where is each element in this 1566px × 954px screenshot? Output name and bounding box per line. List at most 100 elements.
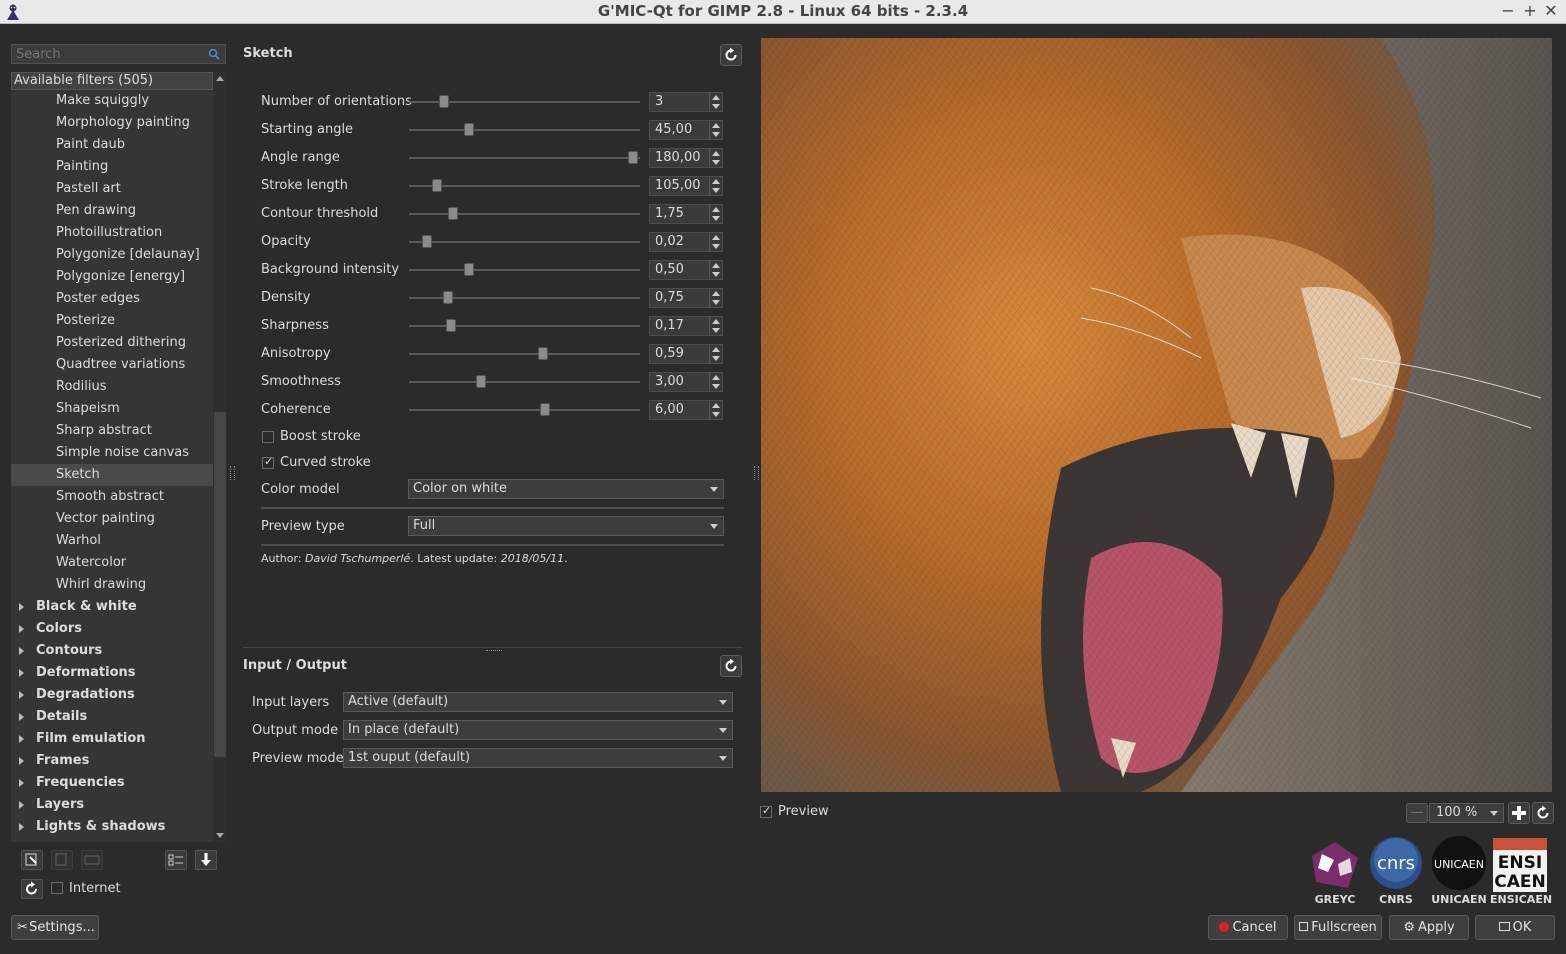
filter-item[interactable]: Photoillustration bbox=[11, 222, 213, 244]
filter-category[interactable]: Frames bbox=[11, 750, 213, 772]
update-filters-button[interactable] bbox=[21, 879, 43, 899]
cancel-button[interactable]: Cancel bbox=[1208, 915, 1288, 940]
zoom-in-button[interactable] bbox=[1508, 802, 1530, 824]
search-input[interactable] bbox=[12, 45, 201, 63]
preview-checkbox[interactable] bbox=[760, 804, 772, 818]
close-button[interactable]: ✕ bbox=[1542, 1, 1560, 20]
spin-arrows-icon[interactable] bbox=[709, 317, 722, 335]
splitter-handle[interactable] bbox=[486, 650, 502, 651]
filter-category[interactable]: Degradations bbox=[11, 684, 213, 706]
settings-button[interactable]: ✂ Settings... bbox=[11, 915, 99, 940]
filter-item[interactable]: Watercolor bbox=[11, 552, 213, 574]
spin-arrows-icon[interactable] bbox=[709, 177, 722, 195]
right-splitter-handle[interactable] bbox=[754, 466, 759, 480]
scroll-up-arrow-icon[interactable] bbox=[213, 72, 227, 86]
parameter-value[interactable]: 6,00 bbox=[655, 402, 684, 417]
color-model-select[interactable]: Color on white bbox=[408, 479, 724, 499]
parameter-spinbox[interactable]: 180,00 bbox=[649, 148, 723, 168]
expand-arrow-icon[interactable] bbox=[19, 735, 24, 743]
parameter-slider-track[interactable] bbox=[409, 353, 640, 355]
parameter-spinbox[interactable]: 1,75 bbox=[649, 204, 723, 224]
io-splitter[interactable] bbox=[243, 647, 743, 648]
add-favorite-button[interactable] bbox=[21, 850, 43, 870]
parameter-value[interactable]: 45,00 bbox=[655, 122, 692, 137]
filter-item[interactable]: Smooth abstract bbox=[11, 486, 213, 508]
filter-item[interactable]: Painting bbox=[11, 156, 213, 178]
expand-arrow-icon[interactable] bbox=[19, 801, 24, 809]
expand-collapse-button[interactable] bbox=[195, 850, 217, 870]
filter-item[interactable]: Warhol bbox=[11, 530, 213, 552]
minimize-button[interactable]: − bbox=[1499, 1, 1517, 20]
parameter-spinbox[interactable]: 0,02 bbox=[649, 232, 723, 252]
spin-arrows-icon[interactable] bbox=[709, 345, 722, 363]
apply-button[interactable]: ⚙ Apply bbox=[1389, 915, 1469, 940]
parameter-slider-track[interactable] bbox=[409, 325, 640, 327]
filter-category[interactable]: Deformations bbox=[11, 662, 213, 684]
parameter-value[interactable]: 105,00 bbox=[655, 178, 701, 193]
spin-arrows-icon[interactable] bbox=[709, 233, 722, 251]
spin-arrows-icon[interactable] bbox=[709, 289, 722, 307]
preview-mode-select[interactable]: 1st ouput (default) bbox=[343, 748, 733, 768]
toggle-visibility-button[interactable] bbox=[165, 850, 187, 870]
zoom-out-button[interactable]: — bbox=[1406, 803, 1428, 823]
maximize-button[interactable]: + bbox=[1521, 1, 1539, 20]
parameter-value[interactable]: 0,17 bbox=[655, 318, 684, 333]
io-reset-button[interactable] bbox=[720, 655, 742, 677]
scrollbar-thumb[interactable] bbox=[214, 412, 226, 757]
filter-item[interactable]: Paint daub bbox=[11, 134, 213, 156]
ok-button[interactable]: OK bbox=[1475, 915, 1555, 940]
parameter-spinbox[interactable]: 6,00 bbox=[649, 400, 723, 420]
parameter-slider-handle[interactable] bbox=[443, 291, 454, 304]
filter-category[interactable]: Frequencies bbox=[11, 772, 213, 794]
rename-favorite-button[interactable] bbox=[81, 850, 103, 870]
parameter-spinbox[interactable]: 3 bbox=[649, 92, 723, 112]
parameter-slider-handle[interactable] bbox=[475, 375, 486, 388]
parameter-slider-track[interactable] bbox=[409, 269, 640, 271]
filter-item[interactable]: Poster edges bbox=[11, 288, 213, 310]
filter-item[interactable]: Make squiggly bbox=[11, 90, 213, 112]
expand-arrow-icon[interactable] bbox=[19, 603, 24, 611]
filter-category[interactable]: Film emulation bbox=[11, 728, 213, 750]
filter-search-box[interactable] bbox=[11, 44, 226, 64]
filter-item[interactable]: Posterize bbox=[11, 310, 213, 332]
expand-arrow-icon[interactable] bbox=[19, 647, 24, 655]
expand-arrow-icon[interactable] bbox=[19, 823, 24, 831]
spin-arrows-icon[interactable] bbox=[709, 205, 722, 223]
boost-stroke-checkbox[interactable] bbox=[262, 431, 274, 443]
parameter-slider-track[interactable] bbox=[409, 213, 640, 215]
filter-category[interactable]: Contours bbox=[11, 640, 213, 662]
spin-arrows-icon[interactable] bbox=[709, 149, 722, 167]
filter-item[interactable]: Morphology painting bbox=[11, 112, 213, 134]
spin-arrows-icon[interactable] bbox=[709, 401, 722, 419]
left-splitter-handle[interactable] bbox=[230, 466, 235, 480]
parameter-slider-track[interactable] bbox=[409, 185, 640, 187]
expand-arrow-icon[interactable] bbox=[19, 625, 24, 633]
filter-item[interactable]: Vector painting bbox=[11, 508, 213, 530]
filter-tree[interactable]: Make squiggly Morphology painting Paint da… bbox=[11, 90, 213, 842]
parameter-slider-handle[interactable] bbox=[438, 95, 449, 108]
filter-item[interactable]: Quadtree variations bbox=[11, 354, 213, 376]
input-layers-select[interactable]: Active (default) bbox=[343, 692, 733, 712]
parameter-spinbox[interactable]: 0,17 bbox=[649, 316, 723, 336]
filter-item[interactable]: Polygonize [energy] bbox=[11, 266, 213, 288]
filter-item[interactable]: Posterized dithering bbox=[11, 332, 213, 354]
parameter-slider-handle[interactable] bbox=[431, 179, 442, 192]
preview-type-select[interactable]: Full bbox=[408, 516, 724, 536]
parameter-slider-handle[interactable] bbox=[445, 319, 456, 332]
parameter-spinbox[interactable]: 0,59 bbox=[649, 344, 723, 364]
filter-item[interactable]: Simple noise canvas bbox=[11, 442, 213, 464]
search-icon[interactable] bbox=[208, 48, 220, 60]
remove-favorite-button[interactable] bbox=[51, 850, 73, 870]
spin-arrows-icon[interactable] bbox=[709, 261, 722, 279]
parameter-slider-handle[interactable] bbox=[464, 123, 475, 136]
filter-item[interactable]: Pastell art bbox=[11, 178, 213, 200]
parameter-spinbox[interactable]: 45,00 bbox=[649, 120, 723, 140]
parameter-slider-track[interactable] bbox=[409, 381, 640, 383]
filter-item[interactable]: Polygonize [delaunay] bbox=[11, 244, 213, 266]
parameter-slider-track[interactable] bbox=[409, 129, 640, 131]
parameter-spinbox[interactable]: 0,75 bbox=[649, 288, 723, 308]
internet-checkbox[interactable] bbox=[51, 882, 63, 894]
parameter-slider-handle[interactable] bbox=[537, 347, 548, 360]
parameter-slider-handle[interactable] bbox=[540, 403, 551, 416]
spin-arrows-icon[interactable] bbox=[709, 93, 722, 111]
